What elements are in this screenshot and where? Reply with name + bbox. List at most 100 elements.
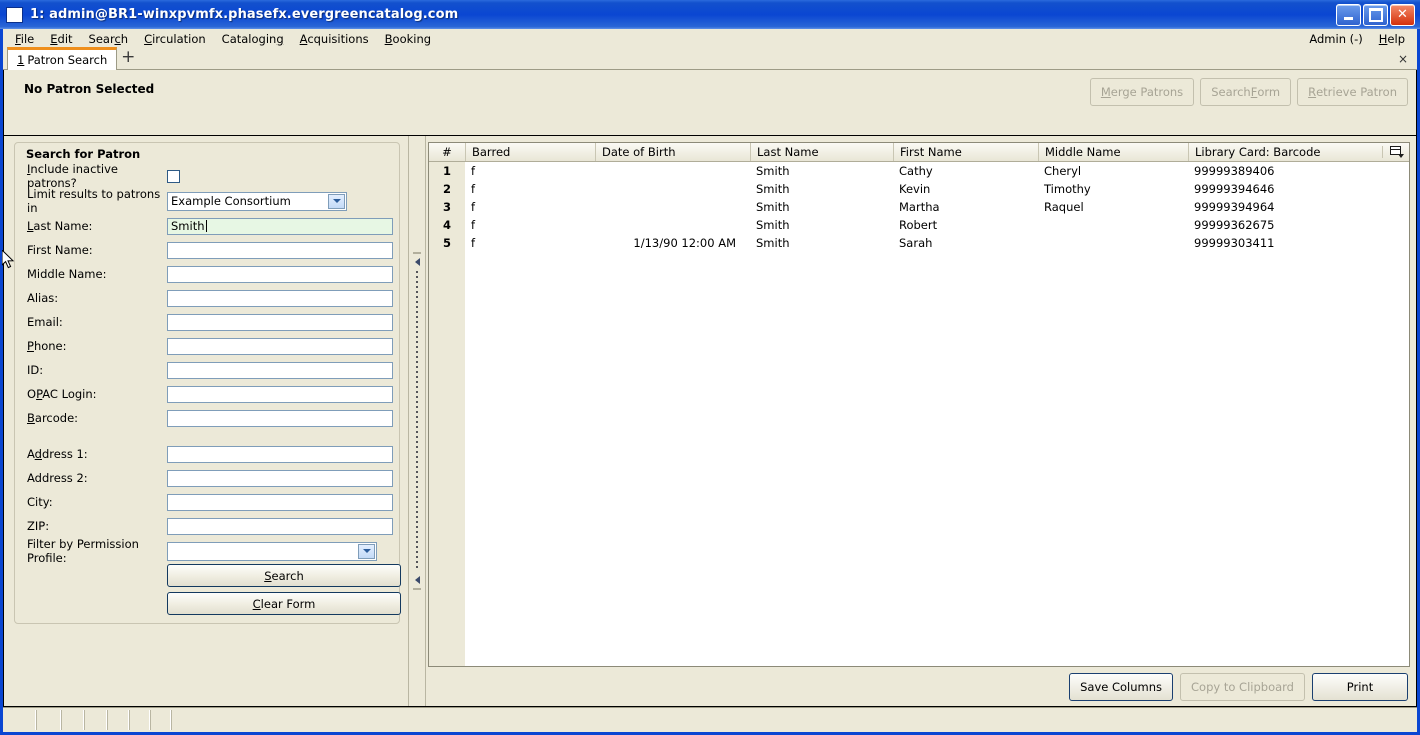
clear-form-button[interactable]: Clear Form: [167, 592, 401, 615]
cell-middle-name: [1038, 234, 1188, 252]
cell-dob: [595, 216, 750, 234]
menu-search[interactable]: Search: [81, 31, 137, 47]
search-panel: Search for Patron Include inactive patro…: [4, 136, 408, 706]
city-input[interactable]: [167, 493, 393, 511]
cell-first-name: Cathy: [899, 164, 933, 178]
column-header-middle-name[interactable]: Middle Name: [1038, 143, 1188, 161]
minimize-button[interactable]: [1336, 3, 1361, 26]
copy-clipboard-button[interactable]: Copy to Clipboard: [1180, 673, 1305, 701]
cell-num: 3: [429, 198, 465, 216]
splitter-collapse-icon-top[interactable]: [414, 258, 420, 266]
opac-login-input[interactable]: [167, 385, 393, 403]
menu-edit[interactable]: Edit: [42, 31, 80, 47]
cell-barred: f: [471, 236, 476, 250]
barcode-input[interactable]: [167, 409, 393, 427]
retrieve-patron-button[interactable]: Retrieve Patron: [1297, 78, 1408, 106]
middle-name-input[interactable]: [167, 265, 393, 283]
include-inactive-checkbox[interactable]: [167, 169, 180, 183]
search-button[interactable]: Search: [167, 564, 401, 587]
column-header-barcode[interactable]: Library Card: Barcode: [1188, 143, 1382, 161]
results-footer: Save Columns Copy to Clipboard Print: [428, 667, 1410, 702]
cell-barred: f: [471, 200, 476, 214]
last-name-input[interactable]: Smith: [167, 217, 393, 235]
close-button[interactable]: ✕: [1390, 3, 1415, 26]
phone-input[interactable]: [167, 337, 393, 355]
results-rows: 1 f Smith Cathy Cheryl 99999389406 2 f S…: [429, 162, 1409, 252]
new-tab-button[interactable]: +: [117, 47, 139, 69]
status-segment: [129, 710, 150, 730]
label-barcode: Barcode:: [27, 411, 79, 425]
permission-profile-select[interactable]: [167, 541, 377, 561]
cell-num: 5: [429, 234, 465, 252]
menu-admin[interactable]: Admin (-): [1301, 31, 1370, 47]
table-row[interactable]: 3 f Smith Martha Raquel 99999394964: [429, 198, 1409, 216]
tab-close-icon[interactable]: ×: [1398, 52, 1408, 66]
search-form-button[interactable]: Search Form: [1200, 78, 1292, 106]
status-segment: [61, 710, 84, 730]
tab-label: Patron Search: [27, 53, 108, 67]
last-name-value: Smith: [171, 219, 205, 233]
cell-barcode: 99999389406: [1194, 164, 1275, 178]
table-row[interactable]: 4 f Smith Robert 99999362675: [429, 216, 1409, 234]
email-input[interactable]: [167, 313, 393, 331]
menu-file[interactable]: File: [7, 31, 42, 47]
tab-patron-search[interactable]: 1 Patron Search: [7, 47, 118, 70]
cell-last-name: Smith: [756, 218, 790, 232]
field-row-middle-name: Middle Name:: [21, 262, 393, 286]
save-columns-button[interactable]: Save Columns: [1069, 673, 1174, 701]
splitter-bar-top: [413, 252, 421, 254]
splitter-grip: [416, 271, 418, 571]
field-row-address-1: Address 1:: [21, 442, 393, 466]
print-button[interactable]: Print: [1312, 673, 1408, 701]
zip-input[interactable]: [167, 517, 393, 535]
label-last-name: Last Name:: [27, 219, 93, 233]
first-name-input[interactable]: [167, 241, 393, 259]
label-limit-results: Limit results to patrons in: [27, 187, 161, 215]
cell-dob: 1/13/90 12:00 AM: [633, 236, 736, 250]
pane-splitter[interactable]: [408, 136, 426, 706]
column-header-first-name[interactable]: First Name: [893, 143, 1038, 161]
cell-first-name: Robert: [899, 218, 938, 232]
cell-dob: [595, 198, 750, 216]
cell-dob: [595, 180, 750, 198]
column-header-barred[interactable]: Barred: [465, 143, 595, 161]
table-row[interactable]: 2 f Smith Kevin Timothy 99999394646: [429, 180, 1409, 198]
merge-patrons-button[interactable]: Merge Patrons: [1089, 78, 1195, 106]
table-row[interactable]: 5 f 1/13/90 12:00 AM Smith Sarah 9999930…: [429, 234, 1409, 252]
menu-circulation[interactable]: Circulation: [136, 31, 214, 47]
window-title: 1: admin@BR1-winxpvmfx.phasefx.evergreen…: [30, 7, 459, 22]
field-row-address-2: Address 2:: [21, 466, 393, 490]
field-row-last-name: Last Name: Smith: [21, 214, 393, 238]
patron-header-buttons: Merge Patrons Search Form Retrieve Patro…: [1089, 78, 1408, 106]
label-address-1: Address 1:: [27, 447, 88, 461]
form-spacer: [21, 430, 393, 442]
field-row-first-name: First Name:: [21, 238, 393, 262]
field-row-barcode: Barcode:: [21, 406, 393, 430]
alias-input[interactable]: [167, 289, 393, 307]
menu-help[interactable]: Help: [1371, 31, 1413, 47]
column-header-num[interactable]: #: [429, 143, 465, 161]
address-2-input[interactable]: [167, 469, 393, 487]
search-group-legend: Search for Patron: [26, 147, 141, 161]
column-header-last-name[interactable]: Last Name: [750, 143, 893, 161]
limit-results-select[interactable]: Example Consortium: [167, 191, 347, 211]
results-header-row: # Barred Date of Birth Last Name First N…: [429, 143, 1409, 162]
splitter-collapse-icon-bottom[interactable]: [414, 576, 420, 584]
table-row[interactable]: 1 f Smith Cathy Cheryl 99999389406: [429, 162, 1409, 180]
label-phone: Phone:: [27, 339, 67, 353]
column-picker-icon[interactable]: [1382, 146, 1409, 158]
maximize-button[interactable]: [1363, 3, 1388, 26]
id-input[interactable]: [167, 361, 393, 379]
field-row-opac-login: OPAC Login:: [21, 382, 393, 406]
cell-middle-name: Timothy: [1044, 182, 1091, 196]
label-email: Email:: [27, 315, 63, 329]
field-row-email: Email:: [21, 310, 393, 334]
menu-cataloging[interactable]: Cataloging: [214, 31, 292, 47]
column-header-dob[interactable]: Date of Birth: [595, 143, 750, 161]
menu-acquisitions[interactable]: Acquisitions: [292, 31, 377, 47]
status-bar: [3, 707, 1417, 732]
cell-barred: f: [471, 182, 476, 196]
address-1-input[interactable]: [167, 445, 393, 463]
label-include-inactive: Include inactive patrons?: [27, 162, 118, 190]
menu-booking[interactable]: Booking: [377, 31, 439, 47]
